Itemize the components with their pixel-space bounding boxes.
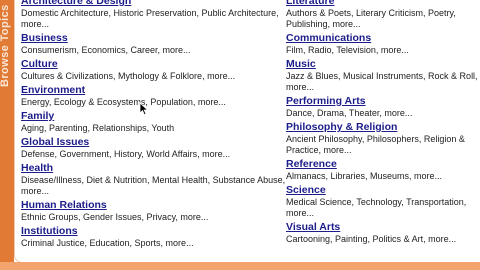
topic-link-reference[interactable]: Reference [286,158,480,171]
topic-subtopics-environment[interactable]: Energy, Ecology & Ecosystems, Population… [21,97,287,108]
topic-subtopics-family[interactable]: Aging, Parenting, Relationships, Youth [21,123,287,134]
topic-reference: Reference Almanacs, Libraries, Museums, … [286,158,480,182]
topic-link-health[interactable]: Health [21,162,287,175]
footer-strip [0,262,480,270]
browse-topics-label: Browse Topics [0,4,11,87]
topic-subtopics-culture[interactable]: Cultures & Civilizations, Mythology & Fo… [21,71,287,82]
topic-link-global-issues[interactable]: Global Issues [21,136,287,149]
topic-business: Business Consumerism, Economics, Career,… [21,32,287,56]
topic-subtopics-communications[interactable]: Film, Radio, Television, more... [286,45,480,56]
topic-global-issues: Global Issues Defense, Government, Histo… [21,136,287,160]
topic-subtopics-institutions[interactable]: Criminal Justice, Education, Sports, mor… [21,238,287,249]
topic-link-business[interactable]: Business [21,32,287,45]
topic-link-music[interactable]: Music [286,58,480,71]
topic-subtopics-performing-arts[interactable]: Dance, Drama, Theater, more... [286,108,480,119]
topic-link-environment[interactable]: Environment [21,84,287,97]
topic-philosophy-religion: Philosophy & Religion Ancient Philosophy… [286,121,480,156]
topic-link-architecture-design[interactable]: Architecture & Design [21,0,287,8]
topic-subtopics-health[interactable]: Disease/Illness, Diet & Nutrition, Menta… [21,175,287,197]
topic-visual-arts: Visual Arts Cartooning, Painting, Politi… [286,221,480,245]
topic-subtopics-literature[interactable]: Authors & Poets, Literary Criticism, Poe… [286,8,480,30]
topic-human-relations: Human Relations Ethnic Groups, Gender Is… [21,199,287,223]
topic-family: Family Aging, Parenting, Relationships, … [21,110,287,134]
topic-subtopics-visual-arts[interactable]: Cartooning, Painting, Politics & Art, mo… [286,234,480,245]
topic-subtopics-human-relations[interactable]: Ethnic Groups, Gender Issues, Privacy, m… [21,212,287,223]
topic-subtopics-architecture-design[interactable]: Domestic Architecture, Historic Preserva… [21,8,287,30]
topic-link-institutions[interactable]: Institutions [21,225,287,238]
topics-panel: Architecture & Design Domestic Architect… [14,0,480,263]
mouse-pointer-icon [139,102,149,116]
topic-institutions: Institutions Criminal Justice, Education… [21,225,287,249]
topic-subtopics-business[interactable]: Consumerism, Economics, Career, more... [21,45,287,56]
topic-performing-arts: Performing Arts Dance, Drama, Theater, m… [286,95,480,119]
topic-literature: Literature Authors & Poets, Literary Cri… [286,0,480,30]
topic-link-family[interactable]: Family [21,110,287,123]
topic-link-literature[interactable]: Literature [286,0,480,8]
topics-right-column: Literature Authors & Poets, Literary Cri… [286,0,480,247]
topics-left-column: Architecture & Design Domestic Architect… [21,0,287,251]
topic-link-culture[interactable]: Culture [21,58,287,71]
topic-link-communications[interactable]: Communications [286,32,480,45]
topic-link-science[interactable]: Science [286,184,480,197]
topic-link-philosophy-religion[interactable]: Philosophy & Religion [286,121,480,134]
topic-music: Music Jazz & Blues, Musical Instruments,… [286,58,480,93]
topic-subtopics-science[interactable]: Medical Science, Technology, Transportat… [286,197,480,219]
topic-link-performing-arts[interactable]: Performing Arts [286,95,480,108]
topic-health: Health Disease/Illness, Diet & Nutrition… [21,162,287,197]
topic-architecture-design: Architecture & Design Domestic Architect… [21,0,287,30]
topic-communications: Communications Film, Radio, Television, … [286,32,480,56]
topic-link-human-relations[interactable]: Human Relations [21,199,287,212]
topic-subtopics-philosophy-religion[interactable]: Ancient Philosophy, Philosophers, Religi… [286,134,480,156]
topic-science: Science Medical Science, Technology, Tra… [286,184,480,219]
topic-environment: Environment Energy, Ecology & Ecosystems… [21,84,287,108]
topic-subtopics-global-issues[interactable]: Defense, Government, History, World Affa… [21,149,287,160]
topic-subtopics-reference[interactable]: Almanacs, Libraries, Museums, more... [286,171,480,182]
topic-subtopics-music[interactable]: Jazz & Blues, Musical Instruments, Rock … [286,71,480,93]
browse-topics-sidebar: Browse Topics [0,0,14,270]
topic-link-visual-arts[interactable]: Visual Arts [286,221,480,234]
topic-culture: Culture Cultures & Civilizations, Mythol… [21,58,287,82]
